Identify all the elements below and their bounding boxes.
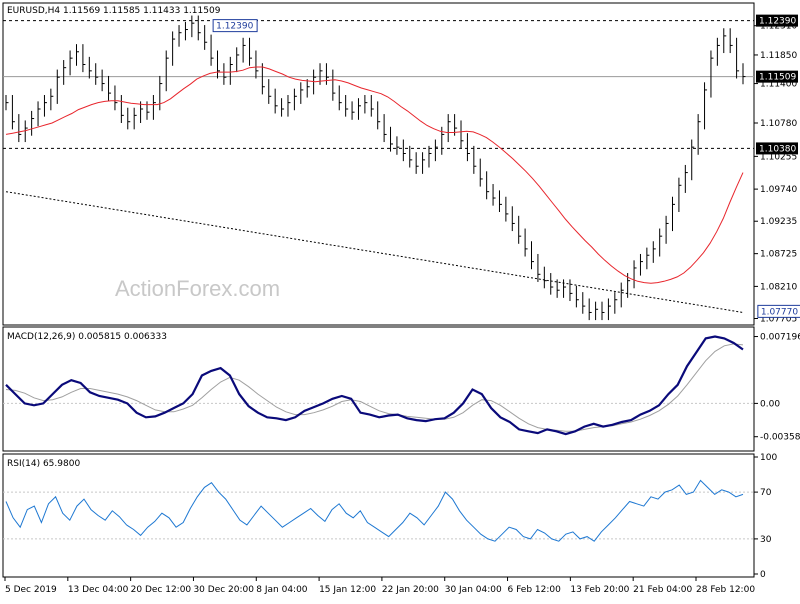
rsi-y-tick-label: 100	[760, 453, 777, 463]
rsi-y-tick-label: 0	[760, 570, 766, 580]
x-tick-label: 8 Jan 04:00	[256, 585, 308, 595]
rsi-y-tick-label: 70	[760, 488, 772, 498]
x-tick-label: 13 Feb 20:00	[570, 585, 629, 595]
price-y-tick-label: 1.11850	[760, 51, 797, 61]
macd-y-tick-label: 0.007196	[760, 333, 800, 343]
last-price-label: 1.11509	[759, 73, 796, 83]
rsi-y-tick-label: 30	[760, 535, 772, 545]
macd-y-tick-label: -0.003585	[760, 433, 800, 443]
x-tick-label: 28 Feb 12:00	[696, 585, 755, 595]
price-y-tick-label: 1.08210	[760, 282, 797, 292]
rsi-panel-frame	[2, 453, 755, 578]
macd-y-tick-label: 0.00	[760, 399, 780, 409]
price-y-tick-label: 1.08725	[760, 250, 797, 260]
price-header: EURUSD,H4 1.11569 1.11585 1.11433 1.1150…	[7, 6, 221, 16]
x-tick-label: 30 Dec 20:00	[193, 585, 254, 595]
rsi-layer: 100 70 30 0	[3, 453, 777, 580]
x-tick-label: 22 Jan 20:00	[382, 585, 439, 595]
annotation-label: 1.07770	[761, 307, 798, 317]
annotation-label: 1.12390	[216, 22, 253, 32]
x-tick-label: 5 Dec 2019	[5, 585, 57, 595]
x-tick-label: 13 Dec 04:00	[68, 585, 129, 595]
macd-layer: 0.007196 0.00 -0.003585	[3, 333, 800, 443]
x-tick-label: 6 Feb 12:00	[508, 585, 562, 595]
price-y-tick-label: 1.09740	[760, 185, 797, 195]
rsi-line	[5, 479, 744, 542]
chart-root: ActionForex.com EURUSD,H4 1.11569 1.1158…	[0, 0, 800, 600]
level-label: 1.12390	[759, 17, 796, 27]
ma-fast-line	[5, 66, 744, 284]
price-y-tick-label: 1.09235	[760, 217, 797, 227]
watermark: ActionForex.com	[115, 276, 280, 301]
price-y-tick-label: 1.10780	[760, 119, 797, 129]
x-tick-label: 20 Dec 12:00	[131, 585, 192, 595]
macd-line	[5, 335, 744, 436]
rsi-header: RSI(14) 65.9800	[7, 459, 80, 469]
macd-header: MACD(12,26,9) 0.005815 0.006333	[7, 332, 167, 342]
x-tick-label: 21 Feb 04:00	[633, 585, 692, 595]
x-tick-label: 15 Jan 12:00	[319, 585, 376, 595]
macd-panel-frame	[2, 326, 755, 452]
level-label: 1.10380	[759, 144, 796, 154]
x-tick-label: 30 Jan 04:00	[445, 585, 502, 595]
x-axis: 5 Dec 2019 13 Dec 04:00 20 Dec 12:00 30 Dec…	[4, 577, 755, 595]
chart-svg: ActionForex.com EURUSD,H4 1.11569 1.1158…	[2, 2, 800, 595]
